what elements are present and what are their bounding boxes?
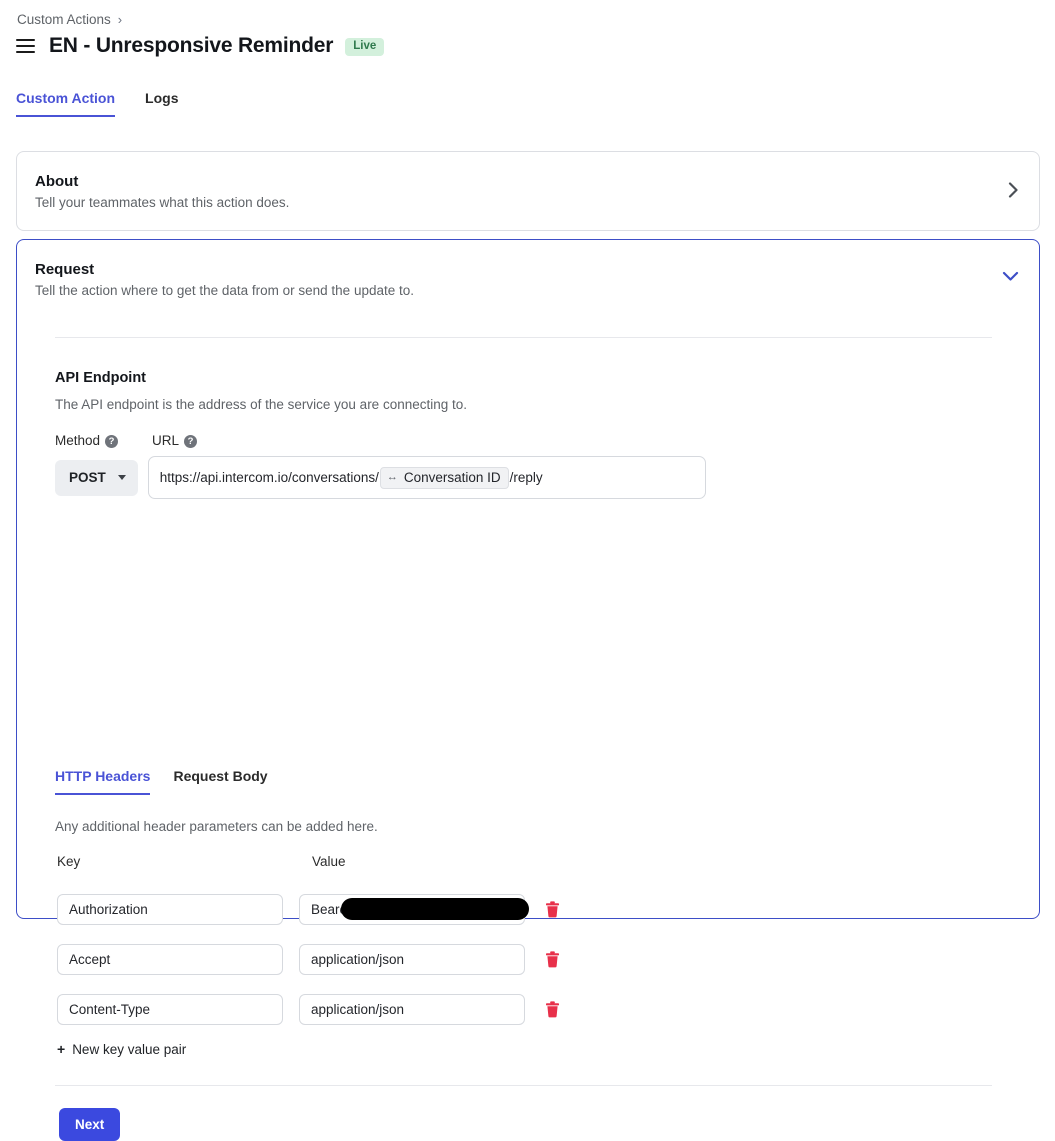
table-row: Content-Type application/json bbox=[57, 994, 563, 1025]
request-card: Request Tell the action where to get the… bbox=[16, 239, 1040, 1141]
tab-custom-action[interactable]: Custom Action bbox=[16, 90, 116, 117]
request-card-subtitle: Tell the action where to get the data fr… bbox=[35, 283, 414, 298]
delete-header-button-1[interactable] bbox=[541, 948, 563, 972]
header-value-input-0[interactable]: Beare bbox=[299, 894, 529, 925]
request-inner-tabs: HTTP Headers Request Body bbox=[55, 768, 268, 795]
header-value-input-2[interactable]: application/json bbox=[299, 994, 525, 1025]
trash-icon bbox=[545, 1001, 559, 1018]
page-header: EN - Unresponsive Reminder Live bbox=[16, 33, 385, 59]
about-card-title: About bbox=[35, 173, 79, 190]
url-label: URL bbox=[152, 433, 180, 448]
tab-logs[interactable]: Logs bbox=[145, 90, 178, 117]
main-tabs: Custom Action Logs bbox=[16, 90, 179, 117]
help-icon-method[interactable]: ? bbox=[105, 435, 119, 448]
request-card-header: Request Tell the action where to get the… bbox=[17, 240, 1039, 298]
request-card-title: Request bbox=[35, 261, 95, 278]
api-endpoint-description: The API endpoint is the address of the s… bbox=[55, 397, 468, 412]
add-key-value-pair-label: New key value pair bbox=[72, 1041, 187, 1057]
column-header-value: Value bbox=[312, 854, 346, 869]
table-row: Authorization Beare bbox=[57, 894, 563, 925]
tab-http-headers[interactable]: HTTP Headers bbox=[55, 768, 151, 795]
header-value-text-0: Beare bbox=[311, 902, 348, 917]
endpoint-row: POST https://api.intercom.io/conversatio… bbox=[55, 456, 706, 499]
divider-bottom bbox=[55, 1085, 992, 1086]
redaction-bar bbox=[341, 898, 529, 920]
plus-icon: + bbox=[57, 1041, 66, 1057]
api-endpoint-title: API Endpoint bbox=[55, 370, 147, 386]
conversation-id-token[interactable]: ↔ Conversation ID bbox=[379, 466, 509, 489]
chevron-right-icon: › bbox=[117, 12, 123, 27]
status-badge: Live bbox=[345, 37, 385, 57]
conversation-id-token-label: Conversation ID bbox=[403, 469, 501, 485]
about-card-subtitle: Tell your teammates what this action doe… bbox=[35, 195, 290, 210]
breadcrumb-custom-actions[interactable]: Custom Actions bbox=[17, 12, 111, 27]
url-input[interactable]: https://api.intercom.io/conversations/ ↔… bbox=[147, 456, 706, 499]
url-suffix-text: /reply bbox=[509, 470, 543, 485]
chevron-down-icon[interactable] bbox=[1002, 266, 1019, 286]
add-key-value-pair-button[interactable]: + New key value pair bbox=[57, 1041, 186, 1057]
url-prefix-text: https://api.intercom.io/conversations/ bbox=[159, 470, 379, 485]
trash-icon bbox=[545, 951, 559, 968]
method-select-value: POST bbox=[69, 470, 106, 485]
page-title: EN - Unresponsive Reminder bbox=[49, 34, 334, 57]
divider-top bbox=[55, 337, 992, 338]
method-select[interactable]: POST bbox=[55, 459, 138, 496]
chevron-down-icon bbox=[117, 475, 126, 480]
method-label: Method bbox=[55, 433, 101, 448]
header-key-input-2[interactable]: Content-Type bbox=[57, 994, 283, 1025]
header-key-input-0[interactable]: Authorization bbox=[57, 894, 283, 925]
header-value-input-1[interactable]: application/json bbox=[299, 944, 525, 975]
next-button[interactable]: Next bbox=[59, 1108, 121, 1141]
table-row: Accept application/json bbox=[57, 944, 563, 975]
help-icon-url[interactable]: ? bbox=[184, 435, 198, 448]
about-card-header: About Tell your teammates what this acti… bbox=[17, 152, 1039, 210]
delete-header-button-2[interactable] bbox=[541, 998, 563, 1022]
column-header-key: Key bbox=[57, 854, 81, 869]
endpoint-field-labels: Method ? URL ? bbox=[55, 433, 198, 448]
header-key-input-1[interactable]: Accept bbox=[57, 944, 283, 975]
about-card[interactable]: About Tell your teammates what this acti… bbox=[16, 151, 1040, 231]
arrows-horizontal-icon: ↔ bbox=[386, 471, 398, 483]
hamburger-icon[interactable] bbox=[16, 39, 35, 53]
tab-request-body[interactable]: Request Body bbox=[173, 768, 267, 795]
headers-description: Any additional header parameters can be … bbox=[55, 819, 378, 834]
trash-icon bbox=[545, 901, 559, 918]
breadcrumb: Custom Actions › bbox=[17, 12, 122, 27]
chevron-right-icon[interactable] bbox=[1008, 182, 1019, 203]
delete-header-button-0[interactable] bbox=[541, 898, 563, 922]
